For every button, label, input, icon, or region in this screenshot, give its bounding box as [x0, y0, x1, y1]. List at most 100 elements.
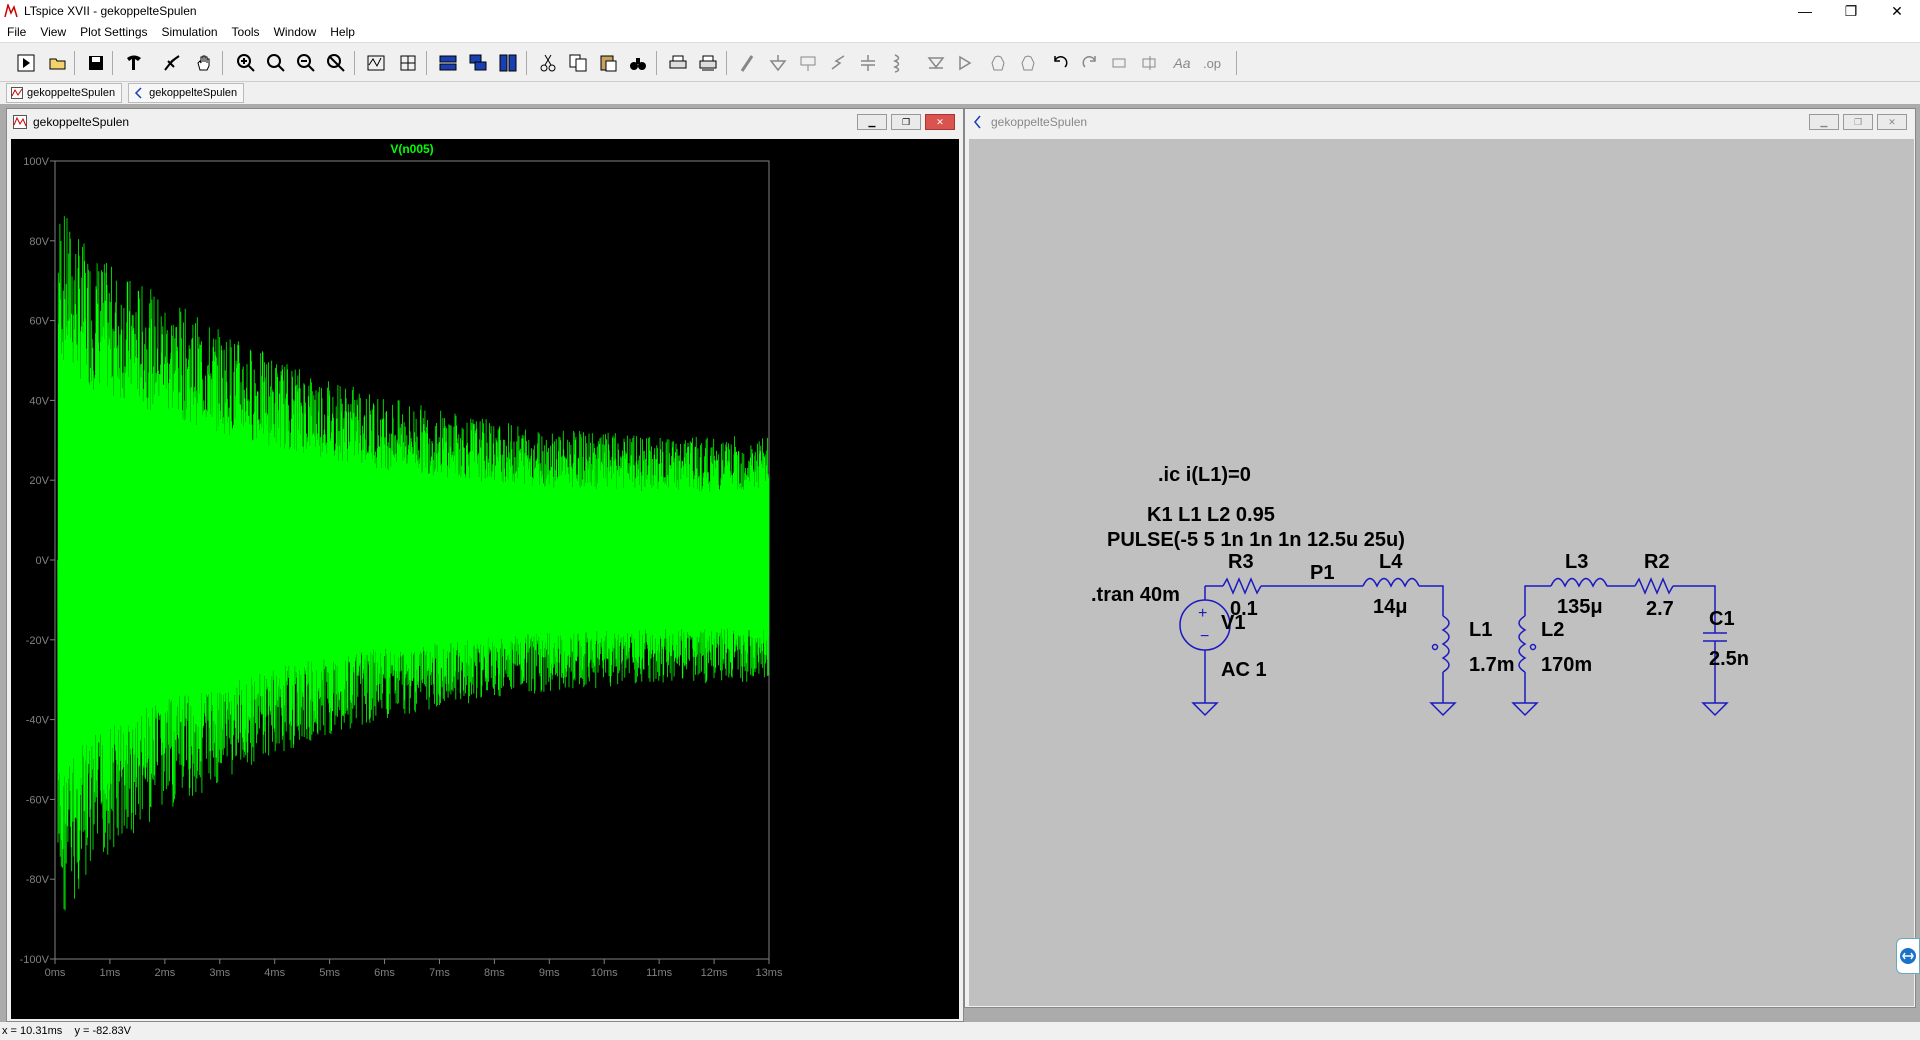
- mirror-icon[interactable]: [1138, 51, 1162, 75]
- l4-value[interactable]: 14μ: [1373, 596, 1407, 618]
- r2-value[interactable]: 2.7: [1646, 598, 1674, 620]
- text-icon[interactable]: Aa: [1170, 51, 1194, 75]
- trace-v-n005: [57, 216, 770, 911]
- redo-icon[interactable]: [1078, 51, 1102, 75]
- print-setup-icon[interactable]: [696, 51, 720, 75]
- v1-minus-sign: −: [1200, 628, 1209, 645]
- close-button[interactable]: ✕: [1874, 0, 1920, 22]
- waveform-minimize-button[interactable]: ▁: [857, 114, 887, 130]
- schematic-window[interactable]: gekoppelteSpulen ▁ ❐ ✕ + − .ic i(L1)=0 K…: [964, 108, 1916, 1008]
- menu-simulation[interactable]: Simulation: [155, 25, 225, 39]
- l2-label[interactable]: L2: [1541, 619, 1564, 641]
- r3-label[interactable]: R3: [1228, 551, 1254, 573]
- directive-ic[interactable]: .ic i(L1)=0: [1158, 464, 1251, 486]
- schematic-restore-button[interactable]: ❐: [1843, 114, 1873, 130]
- control-panel-icon[interactable]: [122, 51, 146, 75]
- x-tick-label: 11ms: [646, 967, 673, 979]
- l3-value[interactable]: 135μ: [1557, 596, 1603, 618]
- inductor-icon[interactable]: [886, 51, 910, 75]
- print-icon[interactable]: [666, 51, 690, 75]
- zoom-area-icon[interactable]: [264, 51, 288, 75]
- y-tick-label: 100V: [23, 156, 49, 168]
- waveform-window[interactable]: gekoppelteSpulen ▁ ❐ ✕ V(n005) 100V 80V 60V…: [6, 108, 964, 1022]
- menu-view[interactable]: View: [33, 25, 73, 39]
- pulse-value[interactable]: PULSE(-5 5 1n 1n 1n 12.5u 25u): [1107, 529, 1405, 551]
- cut-icon[interactable]: [536, 51, 560, 75]
- wire-icon[interactable]: [736, 51, 760, 75]
- directive-coupling[interactable]: K1 L1 L2 0.95: [1147, 504, 1275, 526]
- v1-label[interactable]: V1: [1221, 612, 1245, 634]
- inductor-l1-symbol: [1441, 615, 1450, 673]
- schematic-minimize-button[interactable]: ▁: [1809, 114, 1839, 130]
- plot-pane[interactable]: V(n005) 100V 80V 60V 40V 20V 0V -20V -40V -60V -80…: [11, 139, 959, 1019]
- label-icon[interactable]: [796, 51, 820, 75]
- remote-support-tab[interactable]: [1896, 938, 1920, 974]
- toolbar-separator: [74, 51, 75, 75]
- cascade-icon[interactable]: [466, 51, 490, 75]
- zoom-out-icon[interactable]: [294, 51, 318, 75]
- r2-label[interactable]: R2: [1644, 551, 1670, 573]
- l1-label[interactable]: L1: [1469, 619, 1492, 641]
- ground-icon[interactable]: [766, 51, 790, 75]
- pan-icon[interactable]: [192, 51, 216, 75]
- document-tabs: gekoppelteSpulen gekoppelteSpulen: [0, 82, 1920, 104]
- save-icon[interactable]: [84, 51, 108, 75]
- c1-value[interactable]: 2.5n: [1709, 648, 1749, 670]
- schematic-pane[interactable]: + − .ic i(L1)=0 K1 L1 L2 0.95 PULSE(-5 5…: [969, 139, 1914, 1006]
- waveform-window-titlebar[interactable]: gekoppelteSpulen ▁ ❐ ✕: [7, 109, 963, 135]
- l3-label[interactable]: L3: [1565, 551, 1588, 573]
- waveform-close-button[interactable]: ✕: [925, 114, 955, 130]
- toolbar-separator: [354, 51, 355, 75]
- capacitor-icon[interactable]: [856, 51, 880, 75]
- l4-label[interactable]: L4: [1379, 551, 1403, 573]
- c1-label[interactable]: C1: [1709, 608, 1735, 630]
- autorange-icon[interactable]: [364, 51, 388, 75]
- menu-tools[interactable]: Tools: [225, 25, 267, 39]
- directive-tran[interactable]: .tran 40m: [1091, 584, 1180, 606]
- menu-window[interactable]: Window: [267, 25, 324, 39]
- tab-waveform[interactable]: gekoppelteSpulen: [6, 83, 123, 103]
- drag-icon[interactable]: [1016, 51, 1040, 75]
- ground-c1: [1701, 702, 1729, 717]
- open-icon[interactable]: [46, 51, 70, 75]
- schematic-window-titlebar[interactable]: gekoppelteSpulen ▁ ❐ ✕: [965, 109, 1915, 135]
- find-icon[interactable]: [626, 51, 650, 75]
- toolbar-separator: [112, 51, 113, 75]
- move-icon[interactable]: [986, 51, 1010, 75]
- waveform-plot[interactable]: V(n005) 100V 80V 60V 40V 20V 0V -20V -40V -60V -80…: [11, 139, 959, 1019]
- run-icon[interactable]: [14, 51, 38, 75]
- l1-dot: [1431, 643, 1439, 651]
- copy-icon[interactable]: [566, 51, 590, 75]
- mdi-workspace: gekoppelteSpulen ▁ ❐ ✕ V(n005) 100V 80V 60V…: [0, 104, 1920, 1022]
- zoom-in-icon[interactable]: [234, 51, 258, 75]
- v1-value[interactable]: AC 1: [1221, 659, 1267, 681]
- y-tick-label: 20V: [29, 475, 49, 487]
- l2-value[interactable]: 170m: [1541, 654, 1592, 676]
- menu-plot-settings[interactable]: Plot Settings: [73, 25, 154, 39]
- halt-icon[interactable]: [160, 51, 184, 75]
- manual-limits-icon[interactable]: [396, 51, 420, 75]
- tile-horizontal-icon[interactable]: [436, 51, 460, 75]
- tab-schematic[interactable]: gekoppelteSpulen: [128, 83, 245, 103]
- diode-icon[interactable]: [924, 51, 948, 75]
- net-label-p1[interactable]: P1: [1310, 562, 1334, 584]
- zoom-cancel-icon[interactable]: [324, 51, 348, 75]
- menu-file[interactable]: File: [0, 25, 33, 39]
- schematic-canvas[interactable]: + − .ic i(L1)=0 K1 L1 L2 0.95 PULSE(-5 5…: [969, 139, 1914, 1006]
- restore-button[interactable]: ❐: [1828, 0, 1874, 22]
- y-tick-label: -40V: [26, 715, 50, 727]
- schematic-close-button[interactable]: ✕: [1877, 114, 1907, 130]
- ltspice-app-icon: [4, 4, 18, 18]
- undo-icon[interactable]: [1048, 51, 1072, 75]
- paste-icon[interactable]: [596, 51, 620, 75]
- component-icon[interactable]: [954, 51, 978, 75]
- rotate-icon[interactable]: [1108, 51, 1132, 75]
- l1-value[interactable]: 1.7m: [1469, 654, 1515, 676]
- resistor-icon[interactable]: [826, 51, 850, 75]
- spice-directive-icon[interactable]: .op: [1200, 51, 1224, 75]
- waveform-restore-button[interactable]: ❐: [891, 114, 921, 130]
- minimize-button[interactable]: —: [1782, 0, 1828, 22]
- x-tick-label: 12ms: [701, 967, 728, 979]
- menu-help[interactable]: Help: [323, 25, 362, 39]
- tile-vertical-icon[interactable]: [496, 51, 520, 75]
